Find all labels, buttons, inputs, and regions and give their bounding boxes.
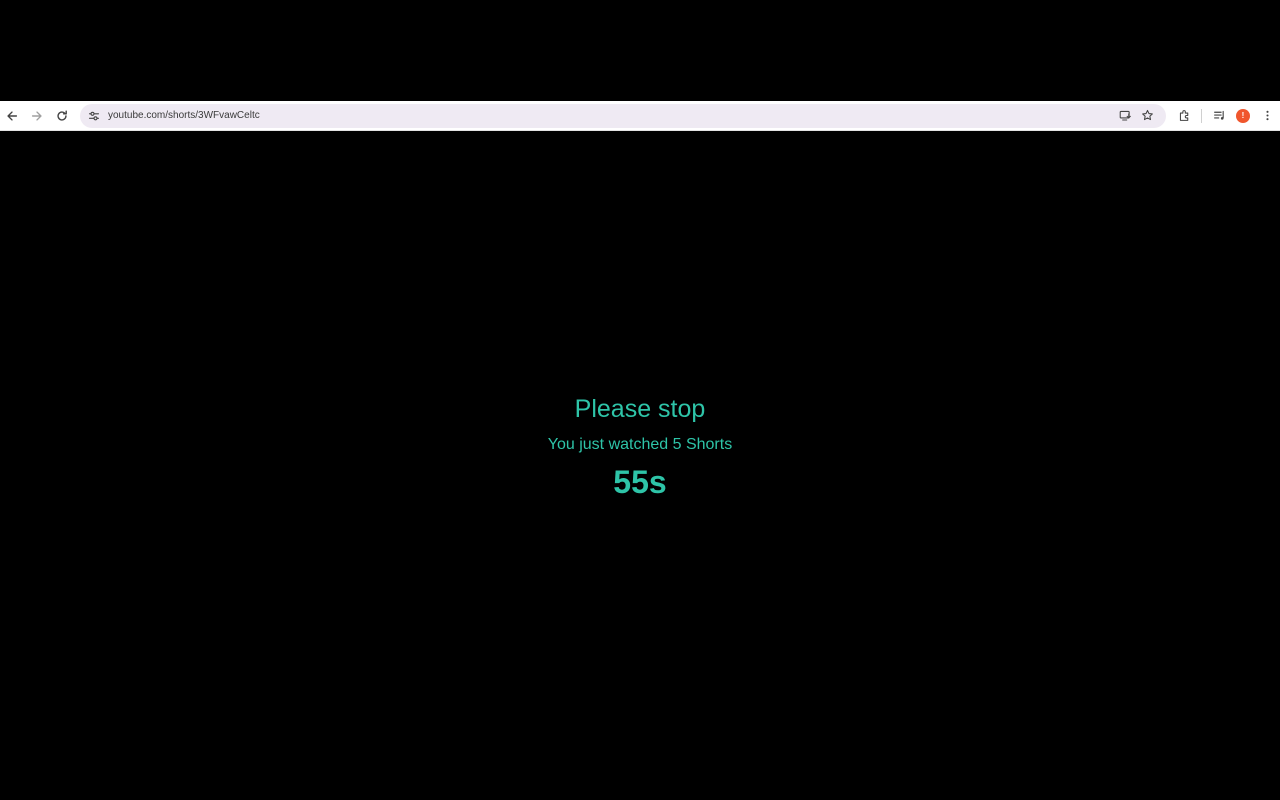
puzzle-icon — [1179, 110, 1188, 121]
address-bar[interactable]: youtube.com/shorts/3WFvawCeltc — [80, 103, 1166, 128]
avatar: ! — [1236, 108, 1250, 123]
top-black-band — [0, 0, 1280, 101]
countdown-timer: 55s — [613, 464, 667, 500]
site-info-button[interactable] — [86, 108, 102, 124]
install-app-icon — [1119, 110, 1131, 121]
forward-button[interactable] — [25, 104, 49, 128]
media-queue-icon — [1213, 110, 1224, 120]
back-arrow-icon — [7, 110, 18, 121]
profile-button[interactable]: ! — [1231, 104, 1255, 128]
media-controls-button[interactable] — [1207, 104, 1231, 128]
extensions-button[interactable] — [1172, 104, 1196, 128]
reload-button[interactable] — [50, 104, 74, 128]
browser-toolbar: youtube.com/shorts/3WFvawCeltc ! — [0, 101, 1280, 131]
bookmark-button[interactable] — [1136, 105, 1158, 127]
page-content: Please stop You just watched 5 Shorts 55… — [0, 131, 1280, 800]
tune-icon — [88, 111, 100, 120]
forward-arrow-icon — [31, 110, 42, 121]
toolbar-separator — [1201, 108, 1202, 123]
reload-icon — [57, 109, 67, 121]
shorts-count-message: You just watched 5 Shorts — [547, 436, 733, 453]
install-app-button[interactable] — [1114, 105, 1136, 127]
stop-title: Please stop — [574, 395, 706, 423]
star-icon — [1141, 109, 1153, 121]
url-text[interactable]: youtube.com/shorts/3WFvawCeltc — [108, 110, 1114, 121]
kebab-menu-icon — [1265, 110, 1269, 121]
back-button[interactable] — [0, 104, 24, 128]
browser-menu-button[interactable] — [1255, 104, 1279, 128]
